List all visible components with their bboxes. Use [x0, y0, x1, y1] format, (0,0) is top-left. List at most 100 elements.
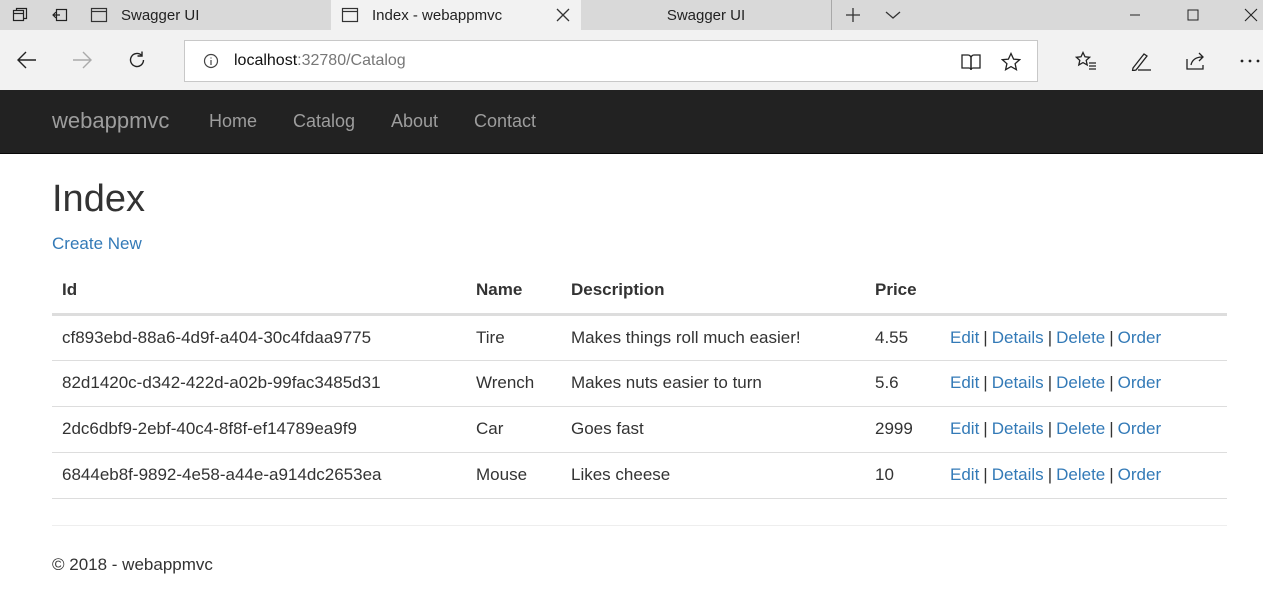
tab-index-webappmvc[interactable]: Index - webappmvc: [331, 0, 581, 30]
nav-contact[interactable]: Contact: [474, 111, 536, 132]
tab-title: Swagger UI: [666, 6, 746, 24]
forward-button[interactable]: [67, 45, 97, 75]
maximize-button[interactable]: [1168, 0, 1218, 30]
action-separator: |: [1109, 327, 1114, 347]
order-link[interactable]: Order: [1118, 419, 1161, 438]
edit-link[interactable]: Edit: [950, 419, 979, 438]
tab-manager-icon[interactable]: [0, 0, 40, 30]
close-icon: [1244, 8, 1258, 22]
back-button[interactable]: [12, 45, 42, 75]
cell-actions: Edit | Details | Delete | Order: [940, 360, 1227, 407]
tab-swagger-ui-2[interactable]: Swagger UI: [581, 0, 831, 30]
cell-id: 82d1420c-d342-422d-a02b-99fac3485d31: [52, 360, 466, 407]
book-icon: [961, 54, 981, 71]
action-separator: |: [1047, 465, 1053, 484]
cell-id: 6844eb8f-9892-4e58-a44e-a914dc2653ea: [52, 452, 466, 499]
ellipsis-icon: [1240, 59, 1260, 63]
footer-text: © 2018 - webappmvc: [52, 555, 213, 574]
details-link[interactable]: Details: [992, 373, 1044, 392]
site-navbar: webappmvc Home Catalog About Contact: [0, 90, 1263, 154]
set-tabs-aside-icon[interactable]: [40, 0, 80, 30]
column-header-name: Name: [466, 268, 561, 316]
tab-swagger-ui-1[interactable]: Swagger UI: [80, 0, 331, 30]
table-row: 82d1420c-d342-422d-a02b-99fac3485d31 Wren…: [52, 360, 1227, 407]
more-button[interactable]: [1238, 49, 1262, 73]
page-icon: [341, 7, 359, 23]
minimize-button[interactable]: [1110, 0, 1160, 30]
cell-actions: Edit | Details | Delete | Order: [940, 452, 1227, 499]
close-window-button[interactable]: [1226, 0, 1263, 30]
cell-name: Wrench: [466, 360, 561, 407]
tab-divider: [831, 0, 832, 30]
order-link[interactable]: Order: [1118, 328, 1161, 347]
share-icon: [1186, 52, 1204, 70]
new-tab-button[interactable]: [838, 0, 868, 30]
delete-link[interactable]: Delete: [1056, 465, 1105, 484]
reading-view-button[interactable]: [960, 51, 982, 73]
catalog-table: Id Name Description Price cf893ebd-88a6-…: [52, 268, 1227, 499]
arrow-left-icon: [17, 51, 36, 69]
tab-title: Index - webappmvc: [372, 6, 503, 24]
column-header-price: Price: [865, 268, 940, 316]
action-separator: |: [983, 419, 988, 438]
column-header-id: Id: [52, 268, 466, 316]
address-bar[interactable]: localhost:32780/Catalog: [184, 40, 1038, 82]
maximize-icon: [1187, 9, 1199, 21]
table-row: 6844eb8f-9892-4e58-a44e-a914dc2653ea Mous…: [52, 452, 1227, 499]
table-row: cf893ebd-88a6-4d9f-a404-30c4fdaa9775 Tire…: [52, 314, 1227, 361]
browser-toolbar: localhost:32780/Catalog: [0, 30, 1263, 90]
tab-preview-button[interactable]: [878, 0, 908, 30]
share-button[interactable]: [1184, 49, 1208, 73]
chevron-down-icon: [885, 11, 901, 19]
column-header-description: Description: [561, 268, 865, 316]
cell-id: cf893ebd-88a6-4d9f-a404-30c4fdaa9775: [52, 314, 466, 361]
cell-price: 5.6: [865, 360, 940, 407]
table-row: 2dc6dbf9-2ebf-40c4-8f8f-ef14789ea9f9 Car G…: [52, 406, 1227, 453]
add-favorite-button[interactable]: [1000, 51, 1022, 73]
nav-catalog[interactable]: Catalog: [293, 111, 355, 132]
url-path: :32780/Catalog: [297, 52, 406, 69]
action-separator: |: [983, 327, 988, 347]
column-header-actions: [940, 268, 1227, 316]
delete-link[interactable]: Delete: [1056, 419, 1105, 438]
delete-link[interactable]: Delete: [1056, 328, 1105, 347]
details-link[interactable]: Details: [992, 465, 1044, 484]
info-icon: [203, 53, 219, 69]
cell-price: 4.55: [865, 314, 940, 361]
pen-icon: [1131, 53, 1151, 71]
cell-description: Makes nuts easier to turn: [561, 360, 865, 407]
refresh-button[interactable]: [122, 45, 152, 75]
details-link[interactable]: Details: [992, 419, 1044, 438]
edit-link[interactable]: Edit: [950, 465, 979, 484]
cell-description: Likes cheese: [561, 452, 865, 499]
tab-title: Swagger UI: [121, 6, 200, 24]
order-link[interactable]: Order: [1118, 465, 1161, 484]
nav-home[interactable]: Home: [209, 111, 257, 132]
favorites-list-icon: [1075, 51, 1096, 70]
cell-name: Car: [466, 406, 561, 453]
cell-description: Makes things roll much easier!: [561, 314, 865, 361]
edit-link[interactable]: Edit: [950, 373, 979, 392]
action-separator: |: [1109, 465, 1114, 484]
page-icon: [90, 7, 108, 23]
cell-name: Mouse: [466, 452, 561, 499]
cell-price: 2999: [865, 406, 940, 453]
order-link[interactable]: Order: [1118, 373, 1161, 392]
create-new-link[interactable]: Create New: [52, 234, 142, 254]
cell-description: Goes fast: [561, 406, 865, 453]
url-text[interactable]: localhost:32780/Catalog: [234, 52, 406, 70]
nav-about[interactable]: About: [391, 111, 438, 132]
close-tab-icon[interactable]: [555, 7, 571, 23]
page-title: Index: [52, 178, 145, 220]
edit-link[interactable]: Edit: [950, 328, 979, 347]
delete-link[interactable]: Delete: [1056, 373, 1105, 392]
cell-id: 2dc6dbf9-2ebf-40c4-8f8f-ef14789ea9f9: [52, 406, 466, 453]
favorites-button[interactable]: [1074, 49, 1098, 73]
web-note-button[interactable]: [1129, 49, 1153, 73]
brand-link[interactable]: webappmvc: [52, 108, 169, 134]
action-separator: |: [1109, 419, 1114, 438]
details-link[interactable]: Details: [992, 328, 1044, 347]
url-host: localhost: [234, 52, 298, 69]
cell-actions: Edit | Details | Delete | Order: [940, 406, 1227, 453]
plus-icon: [846, 8, 860, 22]
